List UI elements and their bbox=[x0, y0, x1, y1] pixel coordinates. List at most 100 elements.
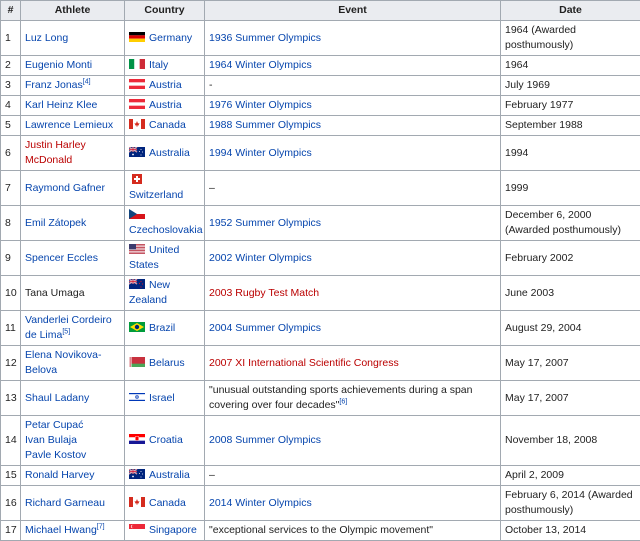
date-cell: February 6, 2014 (Awarded posthumously) bbox=[501, 486, 640, 521]
date-cell: December 6, 2000 (Awarded posthumously) bbox=[501, 206, 640, 241]
country-link[interactable]: Australia bbox=[149, 147, 190, 159]
athlete-link[interactable]: Vanderlei Cordeiro de Lima bbox=[25, 314, 112, 341]
row-number: 3 bbox=[1, 76, 21, 96]
event-cell: 2008 Summer Olympics bbox=[205, 416, 501, 466]
country-link[interactable]: Singapore bbox=[149, 524, 197, 536]
country-link[interactable]: Italy bbox=[149, 59, 168, 71]
country-cell: New Zealand bbox=[125, 276, 205, 311]
event-link[interactable]: 1936 Summer Olympics bbox=[209, 32, 321, 44]
country-cell: Croatia bbox=[125, 416, 205, 466]
table-header-row: # Athlete Country Event Date bbox=[1, 1, 640, 21]
citation-link[interactable]: [5] bbox=[62, 329, 70, 336]
citation-link[interactable]: [7] bbox=[97, 524, 105, 531]
athlete-link[interactable]: Elena Novikova-Belova bbox=[25, 349, 101, 376]
country-link[interactable]: Brazil bbox=[149, 322, 175, 334]
country-link[interactable]: Canada bbox=[149, 497, 186, 509]
country-cell: Austria bbox=[125, 96, 205, 116]
athlete-link[interactable]: Pavle Kostov bbox=[25, 449, 86, 461]
event-cell: – bbox=[205, 466, 501, 486]
event-text: "exceptional services to the Olympic mov… bbox=[209, 524, 433, 536]
row-number: 12 bbox=[1, 346, 21, 381]
athlete-cell: Spencer Eccles bbox=[21, 241, 125, 276]
country-cell: Canada bbox=[125, 116, 205, 136]
athlete-link[interactable]: Michael Hwang bbox=[25, 524, 97, 536]
table-row: 5Lawrence LemieuxCanada1988 Summer Olymp… bbox=[1, 116, 640, 136]
col-header-num[interactable]: # bbox=[1, 1, 21, 21]
country-cell: Austria bbox=[125, 76, 205, 96]
athlete-link[interactable]: Petar Cupać bbox=[25, 419, 83, 431]
event-link[interactable]: 2007 XI International Scientific Congres… bbox=[209, 357, 399, 369]
row-number: 4 bbox=[1, 96, 21, 116]
athlete-cell: Luz Long bbox=[21, 21, 125, 56]
country-link[interactable]: Croatia bbox=[149, 434, 183, 446]
date-cell: 1994 bbox=[501, 136, 640, 171]
citation-link[interactable]: [6] bbox=[339, 399, 347, 406]
athlete-link[interactable]: Spencer Eccles bbox=[25, 252, 98, 264]
table-row: 2Eugenio MontiItaly1964 Winter Olympics1… bbox=[1, 56, 640, 76]
athlete-link[interactable]: Lawrence Lemieux bbox=[25, 119, 113, 131]
event-cell: 1976 Winter Olympics bbox=[205, 96, 501, 116]
event-link[interactable]: 1988 Summer Olympics bbox=[209, 119, 321, 131]
athlete-link: Tana Umaga bbox=[25, 287, 85, 299]
country-link[interactable]: Australia bbox=[149, 469, 190, 481]
row-number: 7 bbox=[1, 171, 21, 206]
athlete-cell: Ronald Harvey bbox=[21, 466, 125, 486]
athlete-link[interactable]: Eugenio Monti bbox=[25, 59, 92, 71]
athlete-link[interactable]: Raymond Gafner bbox=[25, 182, 105, 194]
country-link[interactable]: Austria bbox=[149, 99, 182, 111]
country-cell: Switzerland bbox=[125, 171, 205, 206]
event-link[interactable]: 2014 Winter Olympics bbox=[209, 497, 312, 509]
athlete-cell: Franz Jonas[4] bbox=[21, 76, 125, 96]
table-row: 14Petar CupaćIvan BulajaPavle KostovCroa… bbox=[1, 416, 640, 466]
event-link[interactable]: 1994 Winter Olympics bbox=[209, 147, 312, 159]
col-header-event[interactable]: Event bbox=[205, 1, 501, 21]
athlete-link[interactable]: Ivan Bulaja bbox=[25, 434, 77, 446]
date-cell: July 1969 bbox=[501, 76, 640, 96]
event-link[interactable]: 2003 Rugby Test Match bbox=[209, 287, 319, 299]
row-number: 1 bbox=[1, 21, 21, 56]
event-cell: 2003 Rugby Test Match bbox=[205, 276, 501, 311]
athlete-link[interactable]: Luz Long bbox=[25, 32, 68, 44]
table-row: 12Elena Novikova-Belova Belarus 2007 XI In… bbox=[1, 346, 640, 381]
athlete-link[interactable]: Karl Heinz Klee bbox=[25, 99, 97, 111]
col-header-athlete[interactable]: Athlete bbox=[21, 1, 125, 21]
country-link[interactable]: Belarus bbox=[149, 357, 185, 369]
athlete-link[interactable]: Shaul Ladany bbox=[25, 392, 89, 404]
event-cell: 1988 Summer Olympics bbox=[205, 116, 501, 136]
event-cell: 2007 XI International Scientific Congres… bbox=[205, 346, 501, 381]
row-number: 2 bbox=[1, 56, 21, 76]
country-link[interactable]: Canada bbox=[149, 119, 186, 131]
row-number: 10 bbox=[1, 276, 21, 311]
athlete-link[interactable]: Franz Jonas bbox=[25, 79, 83, 91]
country-cell: Israel bbox=[125, 381, 205, 416]
citation-link[interactable]: [4] bbox=[83, 79, 91, 86]
event-link[interactable]: 2008 Summer Olympics bbox=[209, 434, 321, 446]
athlete-link[interactable]: Justin Harley McDonald bbox=[25, 139, 86, 166]
event-link[interactable]: 1952 Summer Olympics bbox=[209, 217, 321, 229]
event-link[interactable]: 2004 Summer Olympics bbox=[209, 322, 321, 334]
country-link[interactable]: Israel bbox=[149, 392, 175, 404]
event-cell: 2002 Winter Olympics bbox=[205, 241, 501, 276]
country-link[interactable]: Germany bbox=[149, 32, 192, 44]
event-link[interactable]: 1976 Winter Olympics bbox=[209, 99, 312, 111]
country-link[interactable]: Czechoslovakia bbox=[129, 224, 203, 236]
event-cell: "unusual outstanding sports achievements… bbox=[205, 381, 501, 416]
event-link[interactable]: 2002 Winter Olympics bbox=[209, 252, 312, 264]
country-link[interactable]: Austria bbox=[149, 79, 182, 91]
australia-flag-icon bbox=[129, 147, 145, 157]
country-link[interactable]: Switzerland bbox=[129, 189, 183, 201]
switzerland-flag-icon bbox=[129, 174, 145, 184]
event-link[interactable]: 1964 Winter Olympics bbox=[209, 59, 312, 71]
date-cell: 1999 bbox=[501, 171, 640, 206]
table-row: 15Ronald HarveyAustralia–April 2, 2009 bbox=[1, 466, 640, 486]
row-number: 17 bbox=[1, 521, 21, 541]
col-header-country[interactable]: Country bbox=[125, 1, 205, 21]
brazil-flag-icon bbox=[129, 322, 145, 332]
athlete-cell: Justin Harley McDonald bbox=[21, 136, 125, 171]
athlete-link[interactable]: Ronald Harvey bbox=[25, 469, 94, 481]
athlete-link[interactable]: Richard Garneau bbox=[25, 497, 105, 509]
row-number: 8 bbox=[1, 206, 21, 241]
col-header-date[interactable]: Date bbox=[501, 1, 640, 21]
athlete-link[interactable]: Emil Zátopek bbox=[25, 217, 86, 229]
nz-flag-icon bbox=[129, 279, 145, 289]
